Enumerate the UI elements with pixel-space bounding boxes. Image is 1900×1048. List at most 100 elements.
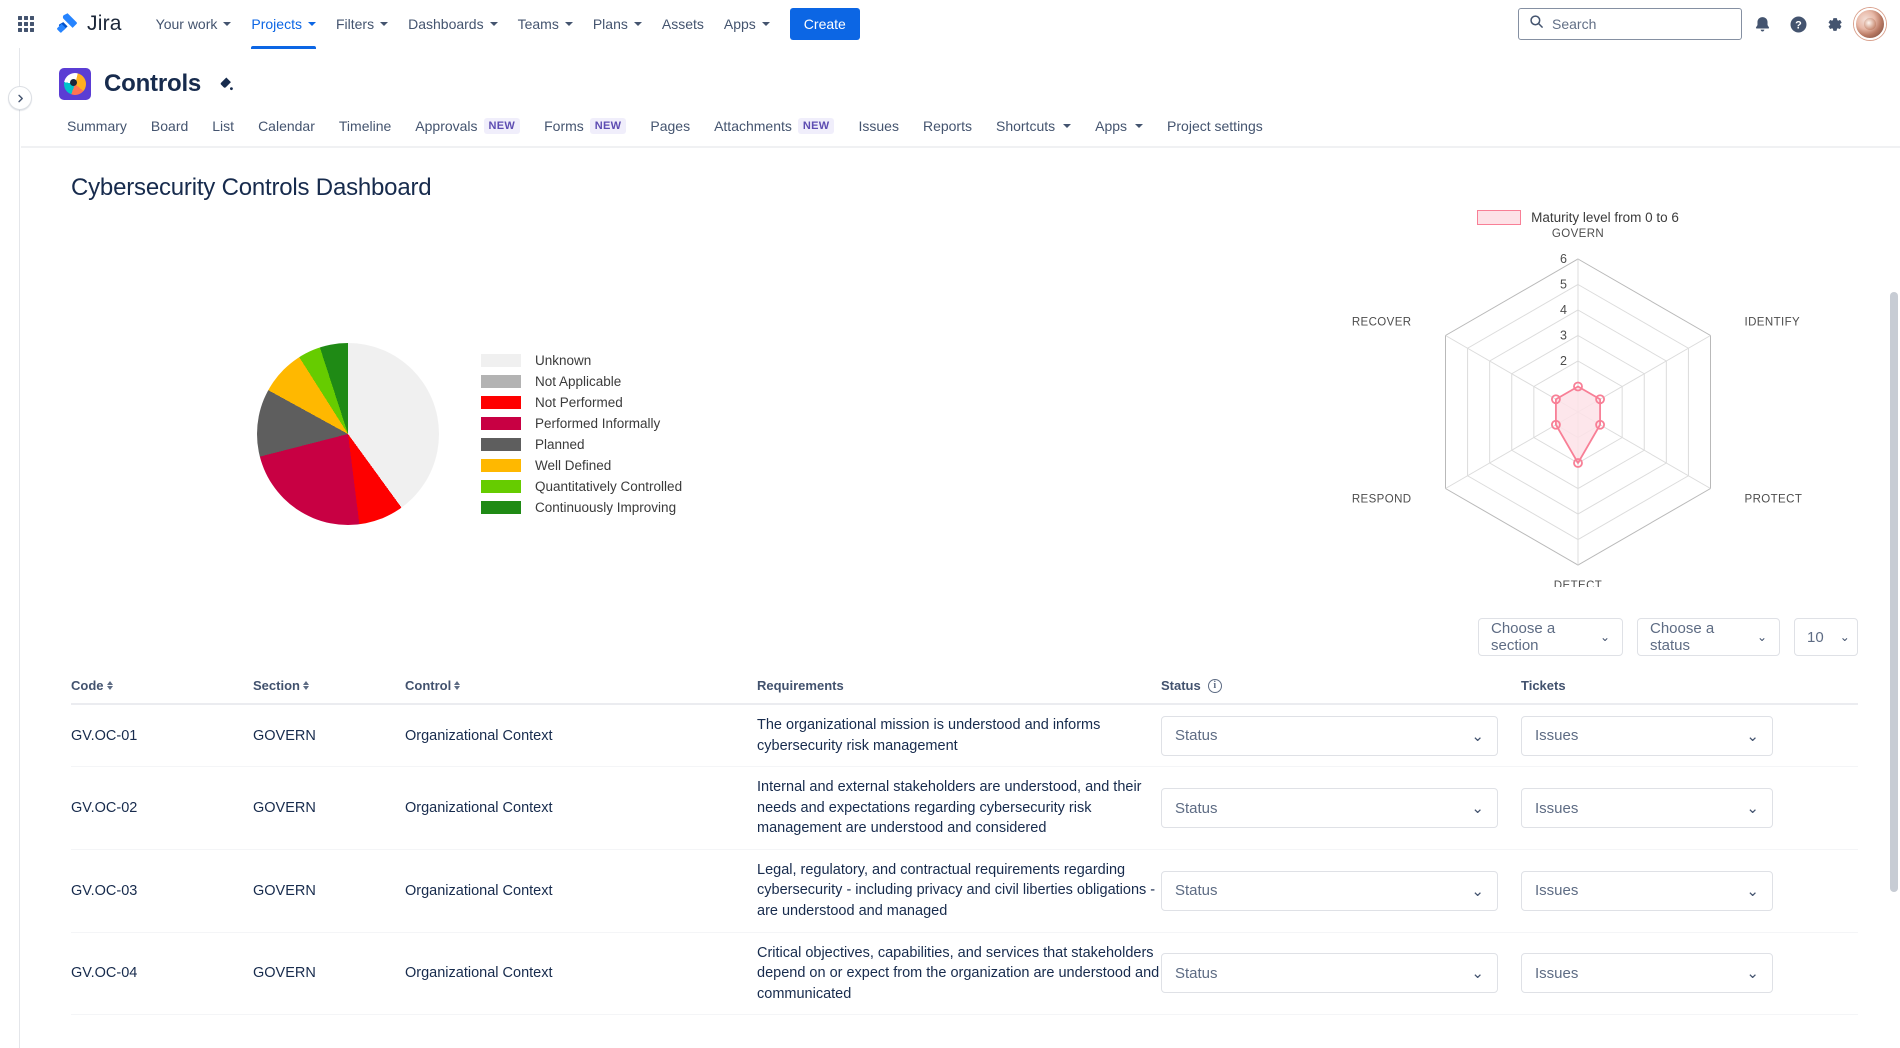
tab-label: Reports: [922, 118, 972, 134]
row-status-select[interactable]: Status ⌄: [1161, 788, 1498, 829]
tab-shortcuts[interactable]: Shortcuts: [984, 112, 1083, 146]
legend-swatch: [481, 438, 521, 451]
chevron-down-icon: [761, 22, 770, 26]
legend-label: Well Defined: [535, 458, 612, 473]
tab-board[interactable]: Board: [139, 112, 200, 146]
search-box[interactable]: [1518, 8, 1742, 40]
nav-item-apps[interactable]: Apps: [714, 8, 780, 40]
section-filter-value: Choose a section: [1491, 620, 1556, 654]
nav-item-your-work[interactable]: Your work: [146, 8, 242, 40]
expand-sidebar-button[interactable]: [8, 86, 32, 110]
project-title: Controls: [104, 70, 202, 97]
cell-code: GV.OC-02: [71, 800, 138, 817]
cell-status: Status ⌄: [1161, 870, 1521, 911]
nav-item-assets[interactable]: Assets: [652, 8, 714, 40]
legend-item: Well Defined: [481, 458, 682, 473]
project-avatar-icon: [59, 68, 91, 100]
radar-legend: Maturity level from 0 to 6: [1298, 210, 1858, 225]
tab-calendar[interactable]: Calendar: [246, 112, 327, 146]
legend-label: Continuously Improving: [535, 500, 677, 515]
settings-button[interactable]: [1818, 8, 1850, 40]
legend-item: Performed Informally: [481, 416, 682, 431]
tab-project-settings[interactable]: Project settings: [1155, 112, 1275, 146]
cell-control: Organizational Context: [405, 727, 553, 744]
section-filter-select[interactable]: Choose a section ⌄: [1478, 618, 1623, 656]
gear-icon: [1828, 17, 1842, 31]
nav-label: Plans: [592, 16, 628, 32]
legend-item: Quantitatively Controlled: [481, 479, 682, 494]
svg-text:?: ?: [1795, 19, 1802, 31]
row-tickets-select[interactable]: Issues ⌄: [1521, 870, 1773, 911]
tab-attachments[interactable]: Attachments NEW: [702, 112, 846, 146]
svg-text:GOVERN: GOVERN: [1552, 228, 1604, 240]
nav-item-filters[interactable]: Filters: [326, 8, 398, 40]
chevron-down-icon: ⌄: [1746, 727, 1759, 745]
svg-text:IDENTIFY: IDENTIFY: [1745, 317, 1801, 329]
charts-row: Unknown Not Applicable Not Performed Perfor…: [71, 210, 1900, 656]
tab-pages[interactable]: Pages: [638, 112, 702, 146]
nav-item-dashboards[interactable]: Dashboards: [398, 8, 508, 40]
nav-label: Your work: [155, 16, 218, 32]
scrollbar-thumb[interactable]: [1890, 292, 1898, 892]
legend-label: Quantitatively Controlled: [535, 479, 683, 494]
column-header-code[interactable]: Code: [71, 678, 253, 693]
project-tabs: Summary Board List Calendar Timeline App…: [21, 100, 1900, 148]
tab-summary[interactable]: Summary: [55, 112, 139, 146]
tab-timeline[interactable]: Timeline: [327, 112, 403, 146]
chevron-down-icon: [1063, 124, 1072, 128]
help-button[interactable]: ?: [1782, 8, 1814, 40]
column-header-tickets: Tickets: [1521, 678, 1858, 693]
tab-apps[interactable]: Apps: [1083, 112, 1155, 146]
tab-forms[interactable]: Forms NEW: [532, 112, 638, 146]
svg-text:4: 4: [1560, 303, 1567, 317]
tab-list[interactable]: List: [200, 112, 246, 146]
page-scrollbar[interactable]: [1890, 292, 1898, 1048]
info-icon[interactable]: i: [1207, 678, 1222, 693]
column-header-control[interactable]: Control: [405, 678, 757, 693]
page-size-select[interactable]: 10 ⌄: [1794, 618, 1858, 656]
tab-label: Project settings: [1167, 118, 1263, 134]
nav-label: Assets: [661, 16, 704, 32]
search-input[interactable]: [1552, 16, 1731, 32]
tab-issues[interactable]: Issues: [846, 112, 910, 146]
chevron-right-icon: [17, 94, 23, 102]
jira-home-link[interactable]: Jira: [50, 7, 130, 41]
tab-reports[interactable]: Reports: [911, 112, 984, 146]
status-pie-chart: Unknown Not Applicable Not Performed Perfor…: [257, 224, 682, 644]
cell-tickets: Issues ⌄: [1521, 788, 1858, 829]
tab-approvals[interactable]: Approvals NEW: [403, 112, 532, 146]
app-switcher-button[interactable]: [10, 8, 42, 40]
cell-section: GOVERN: [253, 800, 316, 817]
tab-label: Summary: [67, 118, 127, 134]
chevron-down-icon: ⌄: [1756, 630, 1767, 644]
chevron-down-icon: ⌄: [1839, 630, 1850, 644]
user-avatar[interactable]: [1854, 8, 1886, 40]
column-header-requirements: Requirements: [757, 678, 1161, 693]
paint-brush-icon[interactable]: [218, 76, 235, 93]
column-header-section[interactable]: Section: [253, 678, 405, 693]
nav-label: Apps: [723, 16, 756, 32]
status-filter-select[interactable]: Choose a status ⌄: [1637, 618, 1780, 656]
tab-label: Shortcuts: [995, 118, 1056, 134]
nav-item-teams[interactable]: Teams: [508, 8, 583, 40]
notifications-button[interactable]: [1746, 8, 1778, 40]
pie-chart-legend: Unknown Not Applicable Not Performed Perfor…: [481, 353, 682, 515]
create-button[interactable]: Create: [789, 8, 860, 40]
row-status-select[interactable]: Status ⌄: [1161, 715, 1498, 756]
cell-section: GOVERN: [253, 882, 316, 899]
nav-item-projects[interactable]: Projects: [241, 8, 326, 49]
legend-label: Planned: [535, 437, 585, 452]
column-label: Requirements: [757, 678, 844, 693]
legend-label: Performed Informally: [535, 416, 661, 431]
row-tickets-select[interactable]: Issues ⌄: [1521, 953, 1773, 994]
legend-item: Unknown: [481, 353, 682, 368]
row-tickets-select[interactable]: Issues ⌄: [1521, 715, 1773, 756]
row-tickets-select[interactable]: Issues ⌄: [1521, 788, 1773, 829]
chevron-down-icon: [564, 22, 573, 26]
nav-item-plans[interactable]: Plans: [583, 8, 652, 40]
row-status-select[interactable]: Status ⌄: [1161, 953, 1498, 994]
radar-chart-graphic: 2 3 4 5 6 GOVERN IDENTIFY PROTECT DETECT RESPOND R…: [1352, 228, 1802, 592]
row-status-select[interactable]: Status ⌄: [1161, 870, 1498, 911]
svg-text:3: 3: [1560, 329, 1567, 343]
nav-label: Projects: [251, 16, 302, 32]
